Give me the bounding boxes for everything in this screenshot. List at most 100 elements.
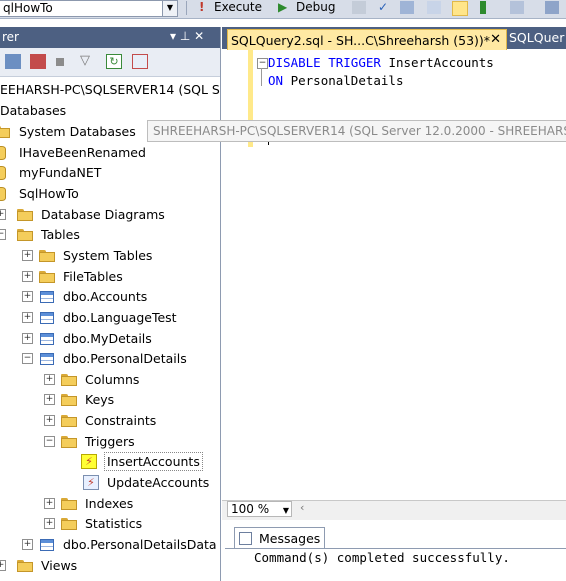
tree-node-label: Statistics <box>85 516 143 531</box>
table-icon <box>40 291 54 303</box>
divider <box>225 548 566 549</box>
object-explorer-title-bar: rer ▾ ⊥ ✕ <box>0 27 220 48</box>
expand-icon[interactable]: + <box>0 560 6 571</box>
tree-node-label: SqlHowTo <box>19 186 79 201</box>
expand-icon[interactable]: + <box>44 394 55 405</box>
tree-node-label: System Databases <box>19 124 136 139</box>
tree-node-label: Views <box>41 558 78 573</box>
tree-node-label: Keys <box>85 392 115 407</box>
expand-icon[interactable]: + <box>44 518 55 529</box>
stop-icon[interactable] <box>56 58 64 66</box>
tree-node-label: myFundaNET <box>19 165 102 180</box>
server-label: EEHARSH-PC\SQLSERVER14 (SQL Se <box>0 82 221 97</box>
query-editor[interactable] <box>222 50 566 498</box>
keyword: ON <box>268 73 284 88</box>
tree-node-label: Databases <box>0 103 67 118</box>
zoom-value: 100 % <box>231 502 270 516</box>
estimated-plan-icon[interactable] <box>427 1 441 14</box>
tree-node-label: Tables <box>41 227 80 242</box>
tree-node-label: Columns <box>85 372 140 387</box>
connection-tooltip: SHREEHARSH-PC\SQLSERVER14 (SQL Server 12… <box>147 120 566 142</box>
keyword: DISABLE <box>268 55 321 70</box>
object-explorer-panel: rer ▾ ⊥ ✕ ▽ ↻ EEHARSH-PC\SQLSERVER14 (SQ… <box>0 27 221 581</box>
expand-icon[interactable]: + <box>22 271 33 282</box>
table-icon <box>40 312 54 324</box>
client-stats-icon[interactable] <box>510 1 524 14</box>
debug-button[interactable]: Debug <box>296 0 335 15</box>
folder-icon <box>0 126 10 138</box>
expand-icon[interactable]: + <box>22 333 33 344</box>
expand-icon[interactable]: + <box>22 312 33 323</box>
scroll-left-icon[interactable]: ‹ <box>300 501 304 514</box>
tree-node-label: Triggers <box>85 434 135 449</box>
tree-node-databases[interactable]: Databases <box>0 101 66 120</box>
connect-icon[interactable] <box>5 54 21 69</box>
folder-icon <box>17 229 33 241</box>
tree-server-node[interactable]: EEHARSH-PC\SQLSERVER14 (SQL Se <box>0 80 221 99</box>
messages-icon <box>239 532 252 545</box>
tab-sqlquery2[interactable]: SQLQuery2.sql - SH...C\Shreeharsh (53))*… <box>227 29 507 50</box>
folder-icon <box>17 209 33 221</box>
folder-icon <box>39 250 55 262</box>
tree-node-label: dbo.Accounts <box>63 289 148 304</box>
database-select-value: qlHowTo <box>3 1 53 15</box>
chevron-down-icon[interactable]: ▼ <box>162 1 177 16</box>
expand-icon[interactable]: + <box>22 250 33 261</box>
expand-icon[interactable]: + <box>22 291 33 302</box>
refresh-icon[interactable]: ↻ <box>106 54 122 69</box>
tree-node-label: dbo.PersonalDetails <box>63 351 187 366</box>
folder-icon <box>61 498 77 510</box>
collapse-icon[interactable]: − <box>0 229 6 240</box>
message-output: Command(s) completed successfully. <box>254 550 510 565</box>
trigger-icon: ⚡ <box>83 475 99 490</box>
database-select[interactable]: qlHowTo ▼ <box>0 0 178 17</box>
tree-node-label: InsertAccounts <box>104 452 203 471</box>
expand-icon[interactable]: + <box>44 415 55 426</box>
exclamation-icon: ! <box>199 0 205 14</box>
code-line-2: ON PersonalDetails <box>268 72 403 90</box>
chevron-down-icon[interactable]: ▼ <box>283 504 289 518</box>
query-options-icon[interactable] <box>400 1 414 14</box>
tab-messages[interactable]: Messages <box>234 527 325 549</box>
filter-icon[interactable]: ▽ <box>80 53 90 68</box>
folder-icon <box>61 436 77 448</box>
database-icon <box>0 146 6 160</box>
zoom-select[interactable]: 100 % ▼ <box>227 501 292 517</box>
parse-check-icon[interactable]: ✓ <box>378 0 388 15</box>
close-icon[interactable]: ✕ <box>490 32 501 47</box>
toolbar-separator <box>186 1 187 15</box>
folder-icon <box>17 560 33 572</box>
tree-node-label: FileTables <box>63 269 123 284</box>
identifier: PersonalDetails <box>290 73 404 88</box>
comment-icon[interactable] <box>545 1 559 14</box>
expand-icon[interactable]: + <box>0 209 6 220</box>
execute-button[interactable]: Execute <box>214 0 262 15</box>
collapse-icon[interactable]: − <box>22 353 33 364</box>
toolbar: qlHowTo ▼ ! Execute ▶ Debug ✓ <box>0 0 566 19</box>
include-plan-icon[interactable] <box>480 1 486 14</box>
folder-icon <box>61 518 77 530</box>
expand-icon[interactable]: + <box>22 539 33 550</box>
database-icon <box>0 187 6 201</box>
object-explorer-title: rer <box>2 30 19 44</box>
stop-icon[interactable] <box>352 1 366 14</box>
object-explorer-toolbar: ▽ ↻ <box>0 48 220 77</box>
panel-controls[interactable]: ▾ ⊥ ✕ <box>170 29 204 43</box>
trigger-icon: ⚡ <box>81 454 97 469</box>
tree-node-label: dbo.PersonalDetailsData <box>63 537 217 552</box>
disconnect-icon[interactable] <box>30 54 46 69</box>
collapse-icon[interactable]: − <box>257 58 268 69</box>
tree-node-label: IHaveBeenRenamed <box>19 145 146 160</box>
outline-line <box>261 68 262 86</box>
results-to-grid-icon[interactable] <box>452 1 468 16</box>
collapse-icon[interactable]: − <box>44 436 55 447</box>
tree-node-label: UpdateAccounts <box>107 475 210 490</box>
database-icon <box>0 166 6 180</box>
expand-icon[interactable]: + <box>44 498 55 509</box>
table-icon <box>40 353 54 365</box>
code-line-1: DISABLE TRIGGER InsertAccounts <box>268 54 494 72</box>
folder-icon <box>61 394 77 406</box>
expand-icon[interactable]: + <box>44 374 55 385</box>
tab-sqlquery-other[interactable]: SQLQuer <box>509 30 564 45</box>
activity-monitor-icon[interactable] <box>132 54 148 69</box>
